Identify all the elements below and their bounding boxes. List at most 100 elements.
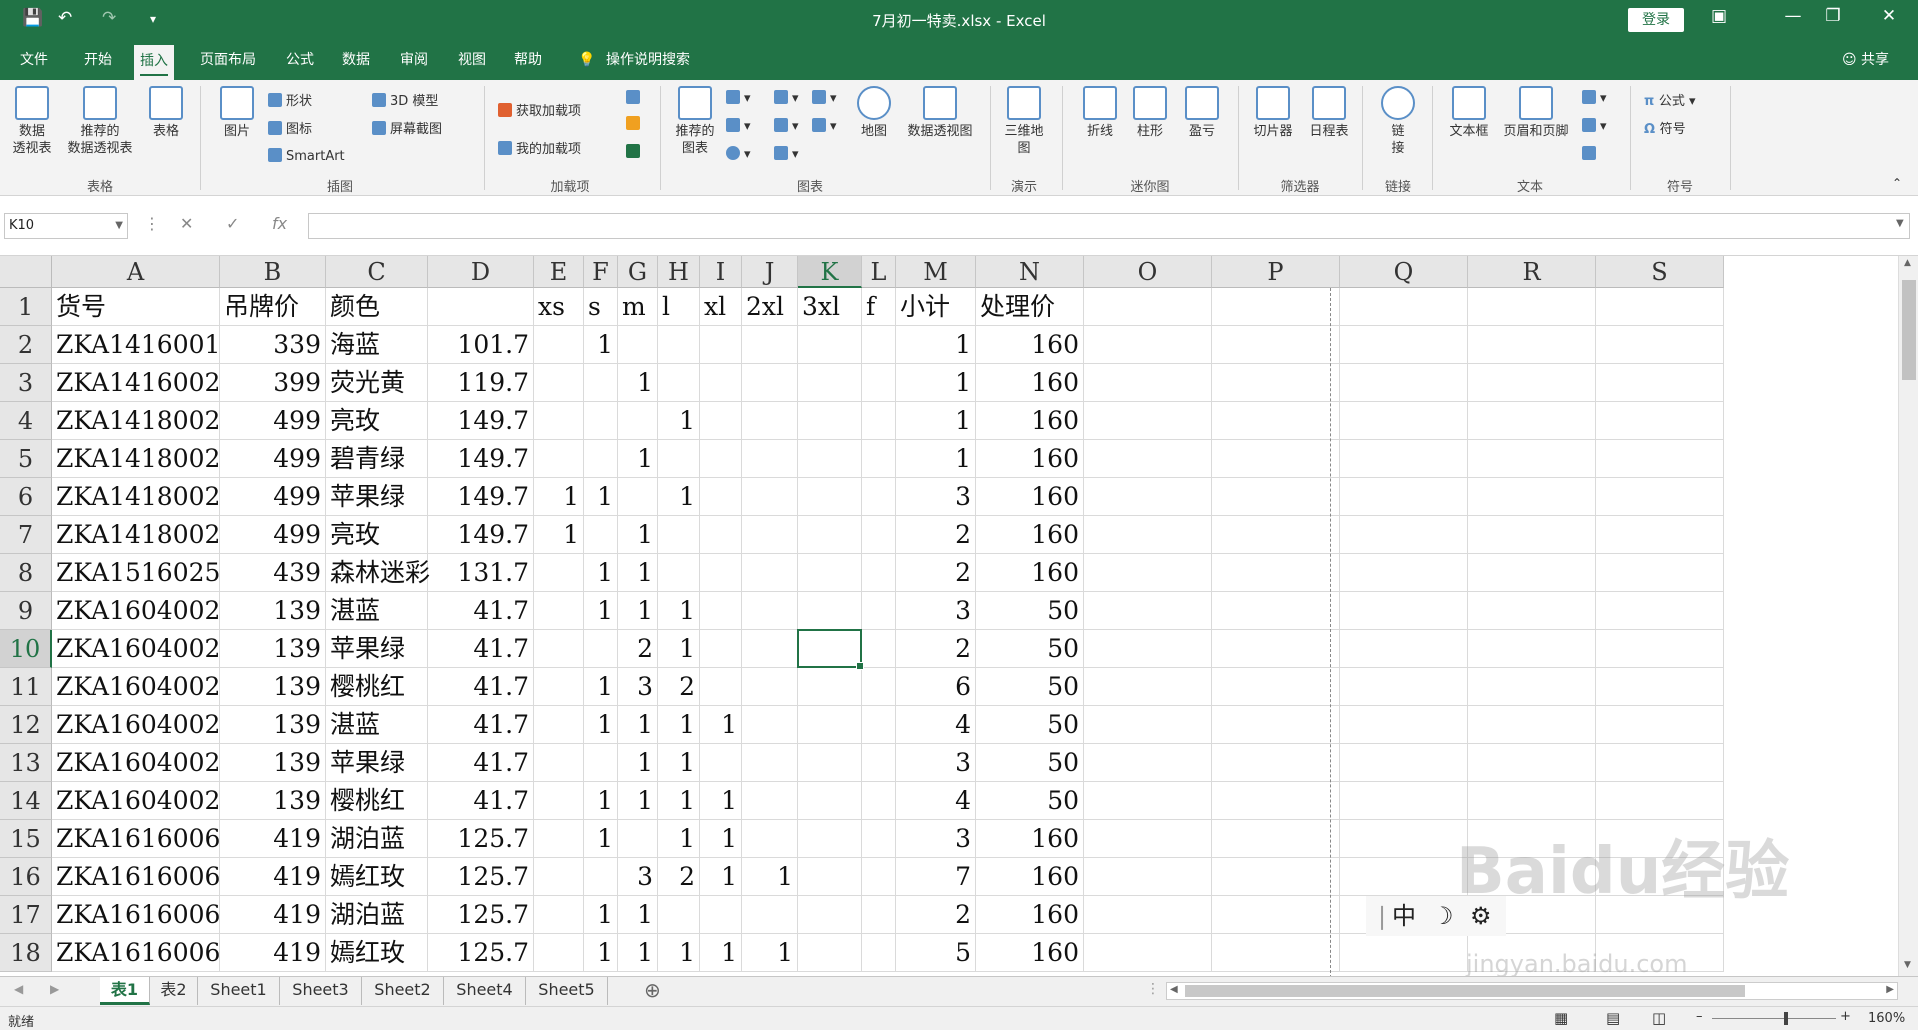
cell-l3[interactable]	[862, 364, 896, 402]
cell-k7[interactable]	[798, 516, 862, 554]
cell-j5[interactable]	[742, 440, 798, 478]
cell-o17[interactable]	[1084, 896, 1212, 934]
cell-f11[interactable]: 1	[584, 668, 618, 706]
sheet-tab-表2[interactable]: 表2	[150, 977, 198, 1005]
row-header-15[interactable]: 15	[0, 820, 52, 858]
cell-j3[interactable]	[742, 364, 798, 402]
cell-r11[interactable]	[1468, 668, 1596, 706]
sparkline-winloss-button[interactable]: 盈亏	[1180, 86, 1224, 140]
cell-l18[interactable]	[862, 934, 896, 972]
scroll-up-icon[interactable]: ▲	[1904, 258, 1911, 268]
cell-e5[interactable]	[534, 440, 584, 478]
cell-p16[interactable]	[1212, 858, 1340, 896]
cell-n11[interactable]: 50	[976, 668, 1084, 706]
cell-h11[interactable]: 2	[658, 668, 700, 706]
sheet-tab-sheet5[interactable]: Sheet5	[526, 977, 608, 1005]
cell-p4[interactable]	[1212, 402, 1340, 440]
cell-o7[interactable]	[1084, 516, 1212, 554]
cell-k6[interactable]	[798, 478, 862, 516]
column-chart-icon[interactable]: ▾	[726, 90, 751, 106]
cell-n10[interactable]: 50	[976, 630, 1084, 668]
cell-n16[interactable]: 160	[976, 858, 1084, 896]
cell-h5[interactable]	[658, 440, 700, 478]
cell-i7[interactable]	[700, 516, 742, 554]
cell-c3[interactable]: 荧光黄	[326, 364, 428, 402]
cell-o4[interactable]	[1084, 402, 1212, 440]
cell-s7[interactable]	[1596, 516, 1724, 554]
cell-h1[interactable]: l	[658, 288, 700, 326]
cell-s9[interactable]	[1596, 592, 1724, 630]
cell-n13[interactable]: 50	[976, 744, 1084, 782]
cell-h13[interactable]: 1	[658, 744, 700, 782]
cell-a3[interactable]: ZKA1416002	[52, 364, 220, 402]
cell-f4[interactable]	[584, 402, 618, 440]
cell-e9[interactable]	[534, 592, 584, 630]
cell-i16[interactable]: 1	[700, 858, 742, 896]
row-header-9[interactable]: 9	[0, 592, 52, 630]
row-header-8[interactable]: 8	[0, 554, 52, 592]
cell-h8[interactable]	[658, 554, 700, 592]
cell-g12[interactable]: 1	[618, 706, 658, 744]
cell-b4[interactable]: 499	[220, 402, 326, 440]
cell-p11[interactable]	[1212, 668, 1340, 706]
cell-h9[interactable]: 1	[658, 592, 700, 630]
cell-a9[interactable]: ZKA1604002	[52, 592, 220, 630]
cell-p8[interactable]	[1212, 554, 1340, 592]
cell-n18[interactable]: 160	[976, 934, 1084, 972]
column-header-d[interactable]: D	[428, 256, 534, 288]
cell-d3[interactable]: 119.7	[428, 364, 534, 402]
cell-g3[interactable]: 1	[618, 364, 658, 402]
sheet-tab-表1[interactable]: 表1	[100, 977, 150, 1005]
tab-formulas[interactable]: 公式	[280, 40, 320, 80]
cell-o2[interactable]	[1084, 326, 1212, 364]
cell-m14[interactable]: 4	[896, 782, 976, 820]
cell-k13[interactable]	[798, 744, 862, 782]
cell-n15[interactable]: 160	[976, 820, 1084, 858]
column-header-q[interactable]: Q	[1340, 256, 1468, 288]
cell-i8[interactable]	[700, 554, 742, 592]
cell-g4[interactable]	[618, 402, 658, 440]
cell-r10[interactable]	[1468, 630, 1596, 668]
cell-p10[interactable]	[1212, 630, 1340, 668]
cell-s1[interactable]	[1596, 288, 1724, 326]
cell-k16[interactable]	[798, 858, 862, 896]
cell-e2[interactable]	[534, 326, 584, 364]
cell-o16[interactable]	[1084, 858, 1212, 896]
cell-b16[interactable]: 419	[220, 858, 326, 896]
cell-f12[interactable]: 1	[584, 706, 618, 744]
cell-s13[interactable]	[1596, 744, 1724, 782]
cell-c11[interactable]: 樱桃红	[326, 668, 428, 706]
cell-f10[interactable]	[584, 630, 618, 668]
cell-q8[interactable]	[1340, 554, 1468, 592]
cell-e4[interactable]	[534, 402, 584, 440]
cell-a12[interactable]: ZKA1604002	[52, 706, 220, 744]
zoom-slider-thumb[interactable]	[1784, 1012, 1788, 1025]
cell-r1[interactable]	[1468, 288, 1596, 326]
cell-h18[interactable]: 1	[658, 934, 700, 972]
cell-e1[interactable]: xs	[534, 288, 584, 326]
cell-q14[interactable]	[1340, 782, 1468, 820]
cell-m5[interactable]: 1	[896, 440, 976, 478]
wordart-icon[interactable]: ▾	[1582, 90, 1607, 106]
smartart-button[interactable]: SmartArt	[268, 148, 345, 164]
cell-q16[interactable]	[1340, 858, 1468, 896]
column-header-m[interactable]: M	[896, 256, 976, 288]
cell-g17[interactable]: 1	[618, 896, 658, 934]
zoom-in-icon[interactable]: +	[1840, 1009, 1851, 1024]
cell-k2[interactable]	[798, 326, 862, 364]
cell-f1[interactable]: s	[584, 288, 618, 326]
cell-q15[interactable]	[1340, 820, 1468, 858]
cell-j8[interactable]	[742, 554, 798, 592]
enter-icon[interactable]: ✓	[226, 214, 239, 233]
cell-k11[interactable]	[798, 668, 862, 706]
link-button[interactable]: 链 接	[1376, 86, 1420, 157]
cell-a6[interactable]: ZKA1418002	[52, 478, 220, 516]
get-addins-button[interactable]: 获取加载项	[498, 100, 581, 119]
cell-o18[interactable]	[1084, 934, 1212, 972]
cell-o14[interactable]	[1084, 782, 1212, 820]
cell-i2[interactable]	[700, 326, 742, 364]
cell-f13[interactable]	[584, 744, 618, 782]
cell-o5[interactable]	[1084, 440, 1212, 478]
cell-i11[interactable]	[700, 668, 742, 706]
cell-e11[interactable]	[534, 668, 584, 706]
